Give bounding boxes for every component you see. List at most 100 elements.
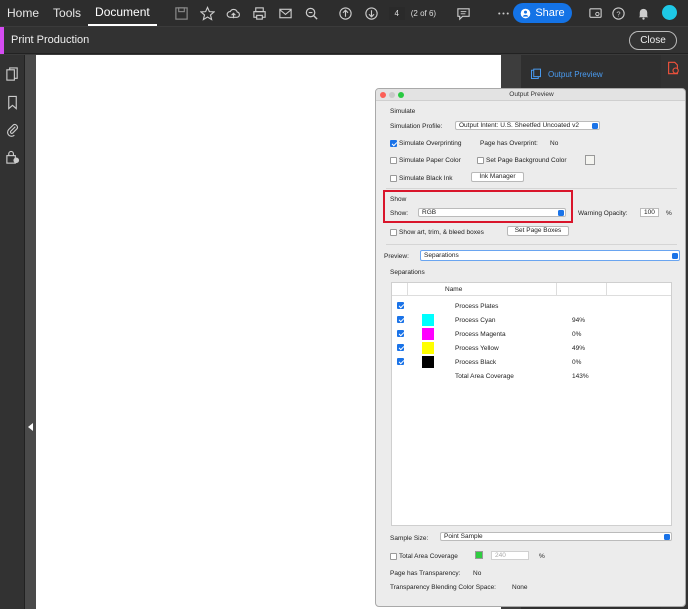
page-background-checkbox[interactable] [477,157,484,164]
separation-value: 94% [572,317,586,324]
page-number-input[interactable]: 4 [388,6,405,20]
output-preview-icon [531,68,541,79]
separation-value: 0% [572,331,582,338]
separation-checkbox[interactable] [397,302,404,309]
bell-icon[interactable] [630,0,656,26]
separation-checkbox[interactable] [397,344,404,351]
star-icon[interactable] [195,0,221,26]
page-down-icon[interactable] [359,0,385,26]
separation-row-yellow[interactable]: Process Yellow 49% [392,341,671,355]
separation-name: Total Area Coverage [455,373,514,380]
preview-select[interactable]: Separations [420,250,680,261]
tool-title: Print Production [11,34,90,46]
dialog-title: Output Preview [376,89,685,101]
separation-row-black[interactable]: Process Black 0% [392,355,671,369]
show-art-trim-checkbox[interactable] [390,229,397,236]
simulate-overprinting-label: Simulate Overprinting [399,140,462,147]
menu-document[interactable]: Document [88,0,157,26]
output-preview-label: Output Preview [548,69,603,79]
separation-row-total: Total Area Coverage 143% [392,369,671,383]
share-label: Share [535,7,565,19]
simulate-heading: Simulate [390,108,416,115]
menu-home[interactable]: Home [0,0,46,26]
mail-icon[interactable] [273,0,299,26]
total-coverage-label: Total Area Coverage [399,553,458,560]
window-close-icon[interactable] [380,92,386,98]
save-icon[interactable] [169,0,195,26]
window-minimize-icon[interactable] [389,92,395,98]
window-zoom-icon[interactable] [398,92,404,98]
print-icon[interactable] [247,0,273,26]
ink-manager-button[interactable]: Ink Manager [471,172,524,182]
total-coverage-checkbox[interactable] [390,553,397,560]
svg-text:?: ? [616,9,620,18]
menu-tools[interactable]: Tools [46,0,88,26]
separation-name: Process Yellow [455,345,499,352]
page-indicator: 4 (2 of 6) [388,6,437,20]
column-name: Name [445,286,463,293]
total-coverage-swatch[interactable] [475,551,483,559]
magenta-swatch [422,328,434,340]
set-page-boxes-button[interactable]: Set Page Boxes [507,226,569,236]
close-button[interactable]: Close [629,31,677,50]
separation-row-process-plates[interactable]: Process Plates [392,299,671,313]
output-preview-tool[interactable]: Output Preview [530,68,603,80]
warning-opacity-unit: % [666,210,672,217]
separations-table: Name Process Plates Process Cyan 94% Pro… [391,282,672,526]
preview-label: Preview: [384,253,409,260]
avatar[interactable] [662,5,677,20]
collapse-arrow-icon[interactable] [27,423,34,431]
bookmark-icon[interactable] [5,95,20,110]
transparency-value: No [473,570,482,577]
warning-opacity-input[interactable]: 100 [640,208,659,217]
zoom-out-icon[interactable] [299,0,325,26]
simulation-profile-select[interactable]: Output Intent: U.S. Sheetfed Uncoated v2 [455,121,600,130]
total-coverage-input[interactable]: 240 [491,551,529,560]
attachment-icon[interactable] [5,122,20,137]
separation-name: Process Cyan [455,317,496,324]
warning-opacity-label: Warning Opacity: [578,210,628,217]
pdf-tool-icon[interactable] [666,61,680,75]
pages-icon[interactable] [5,67,20,82]
preview-value: Separations [424,252,459,259]
separation-value: 143% [572,373,589,380]
page-background-label: Set Page Background Color [486,157,567,164]
separation-name: Process Plates [455,303,499,310]
help-icon[interactable]: ? [605,0,631,26]
collapse-gutter[interactable] [25,55,36,609]
page-background-swatch[interactable] [585,155,595,165]
comment-icon[interactable] [450,0,476,26]
separation-row-magenta[interactable]: Process Magenta 0% [392,327,671,341]
chevron-down-icon [672,252,678,259]
sample-size-select[interactable]: Point Sample [440,532,672,541]
has-overprint-value: No [550,140,559,147]
separation-name: Process Magenta [455,331,506,338]
highlight-box [383,190,573,223]
sample-size-label: Sample Size: [390,535,429,542]
separation-value: 0% [572,359,582,366]
blending-value: None [512,584,528,591]
page-count: (2 of 6) [410,8,437,18]
tool-accent [0,27,4,54]
total-coverage-unit: % [539,553,545,560]
simulation-profile-label: Simulation Profile: [390,123,443,130]
page-up-icon[interactable] [333,0,359,26]
show-art-trim-label: Show art, trim, & bleed boxes [399,229,484,236]
share-button[interactable]: Share [513,3,572,23]
separations-header: Name [392,283,671,296]
simulate-black-ink-checkbox[interactable] [390,175,397,182]
simulate-overprinting-checkbox[interactable] [390,140,397,147]
separation-checkbox[interactable] [397,358,404,365]
security-icon[interactable] [5,150,20,165]
cloud-upload-icon[interactable] [221,0,247,26]
chevron-down-icon [664,534,670,540]
has-overprint-label: Page has Overprint: [480,140,538,147]
simulate-paper-color-checkbox[interactable] [390,157,397,164]
separation-checkbox[interactable] [397,316,404,323]
separation-checkbox[interactable] [397,330,404,337]
left-sidebar [0,55,25,609]
simulation-profile-value: Output Intent: U.S. Sheetfed Uncoated v2 [459,122,579,129]
separation-name: Process Black [455,359,497,366]
separation-row-cyan[interactable]: Process Cyan 94% [392,313,671,327]
person-icon [521,8,531,18]
